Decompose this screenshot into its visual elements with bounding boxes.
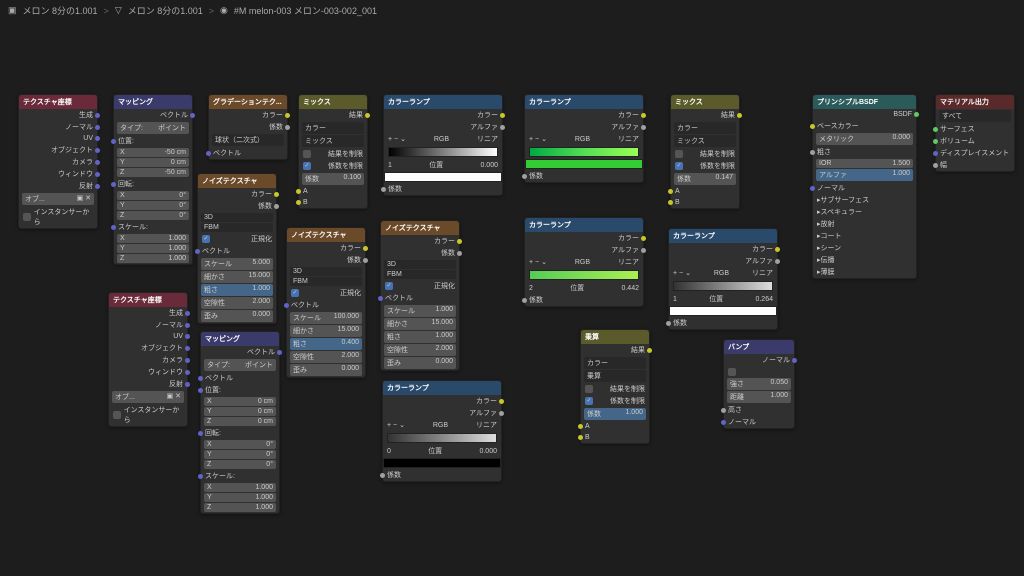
node-material-output[interactable]: マテリアル出力 すべて サーフェス ボリューム ディスプレイスメント 幅 [935,94,1015,172]
node-texture-coord[interactable]: テクスチャ座標 生成 ノーマル UV オブジェクト カメラ ウィンドウ 反射 オ… [18,94,98,229]
node-workspace[interactable]: テクスチャ座標 生成 ノーマル UV オブジェクト カメラ ウィンドウ 反射 オ… [0,21,1024,561]
checkbox-label: インスタンサーから [34,207,93,227]
mesh-icon: ▣ [8,5,17,16]
node-mapping[interactable]: マッピング ベクトル タイプ:ポイント ベクトル 位置: X0 cm Y0 cm… [200,331,280,514]
node-noise-texture[interactable]: ノイズテクスチャ カラー 係数 3D FBM ✓正規化 ベクトル スケール1.0… [380,220,460,371]
node-principled-bsdf[interactable]: プリンシプルBSDF BSDF ベースカラー メタリック0.000 粗さ IOR… [812,94,917,279]
socket-label: オブジェクト [51,145,93,155]
node-header[interactable]: テクスチャ座標 [19,95,97,109]
socket-label: ウィンドウ [58,169,93,179]
node-mix-multiply[interactable]: 乗算 結果 カラー 乗算 結果を制限 ✓係数を制限 係数1.000 A B [580,329,650,444]
node-mix[interactable]: ミックス 結果 カラー ミックス 結果を制限 ✓係数を制限 係数0.147 A … [670,94,740,209]
breadcrumb-item[interactable]: #M melon-003 メロン-003-002_001 [234,4,377,17]
breadcrumb-sep: > [209,6,214,16]
socket-label: 生成 [79,110,93,120]
node-color-ramp[interactable]: カラーランプ カラー アルファ + − ⌄RGBリニア 係数 [524,94,644,183]
checkbox[interactable] [23,213,31,221]
node-mix[interactable]: ミックス 結果 カラー ミックス 結果を制限 ✓係数を制限 係数0.100 A … [298,94,368,209]
breadcrumb-item[interactable]: メロン 8分の1.001 [23,4,98,17]
node-color-ramp[interactable]: カラーランプ カラー アルファ + − ⌄RGBリニア 1位置0.000 係数 [383,94,503,196]
socket-label: ベクトル [160,110,188,120]
node-bump[interactable]: バンプ ノーマル 強さ0.050 距離1.000 高さ ノーマル [723,339,795,429]
node-color-ramp[interactable]: カラーランプ カラー アルファ + − ⌄RGBリニア 2位置0.442 係数 [524,217,644,307]
socket-label: ノーマル [65,122,93,132]
node-header[interactable]: テクスチャ座標 [109,293,187,307]
node-gradient-texture[interactable]: グラデーションテク... カラー 係数 球状（二次式） ベクトル [208,94,288,160]
material-icon: ◉ [220,5,228,16]
modifier-icon: ▽ [115,5,122,16]
object-field[interactable]: オブ... [25,194,45,204]
breadcrumb-item[interactable]: メロン 8分の1.001 [128,4,203,17]
node-noise-texture[interactable]: ノイズテクスチャ カラー 係数 3D FBM ✓正規化 ベクトル スケール100… [286,227,366,378]
socket-label: UV [83,135,93,142]
socket-label: 反射 [79,181,93,191]
node-color-ramp[interactable]: カラーランプ カラー アルファ + − ⌄RGBリニア 1位置0.264 係数 [668,228,778,330]
breadcrumb-sep: > [104,6,109,16]
socket-label: カメラ [72,157,93,167]
node-texture-coord[interactable]: テクスチャ座標 生成 ノーマル UV オブジェクト カメラ ウィンドウ 反射 オ… [108,292,188,427]
node-color-ramp[interactable]: カラーランプ カラー アルファ + − ⌄RGBリニア 0位置0.000 係数 [382,380,502,482]
node-mapping[interactable]: マッピング ベクトル タイプ:ポイント 位置: X-50 cm Y0 cm Z-… [113,94,193,265]
node-header[interactable]: マッピング [114,95,192,109]
gradient-ramp[interactable] [388,147,498,157]
breadcrumb: ▣ メロン 8分の1.001 > ▽ メロン 8分の1.001 > ◉ #M m… [0,0,1024,21]
node-noise-texture[interactable]: ノイズテクスチャ カラー 係数 3D FBM ✓正規化 ベクトル スケール5.0… [197,173,277,324]
